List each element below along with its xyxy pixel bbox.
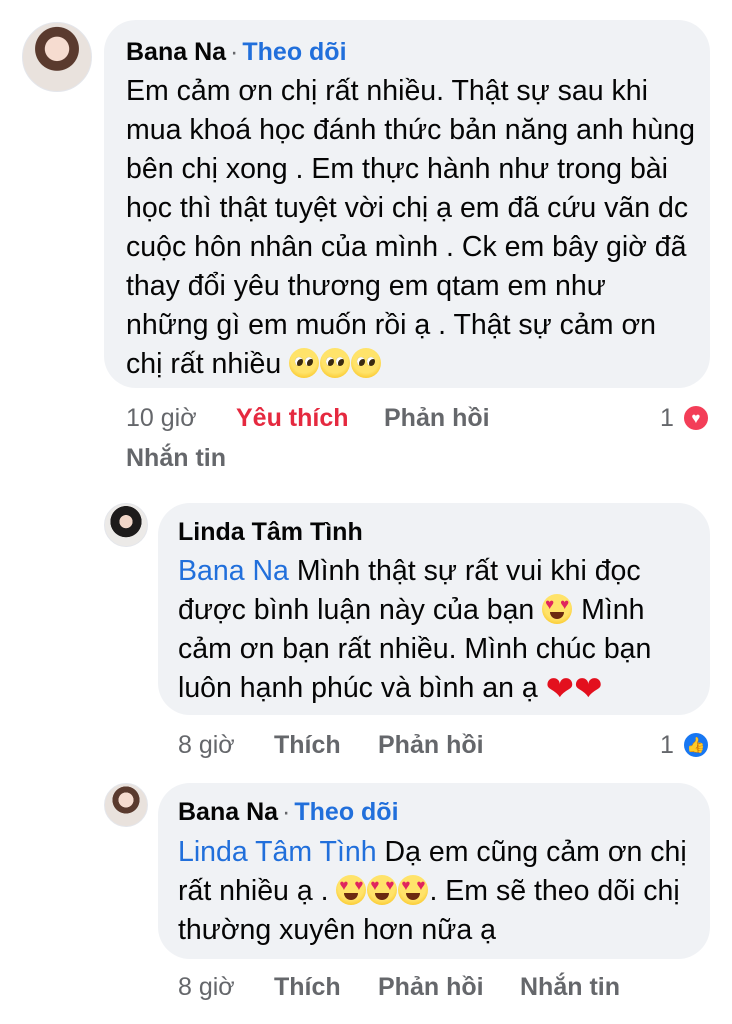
separator-dot: · [230,38,239,66]
avatar-linda-tam-tinh[interactable] [104,503,148,547]
author-name[interactable]: Bana Na [178,798,278,826]
avatar-bana-na[interactable] [22,22,92,92]
timestamp[interactable]: 10 giờ [126,404,197,433]
pleading-face-icon [289,348,320,378]
author-name[interactable]: Linda Tâm Tình [178,518,363,546]
avatar-bana-na[interactable] [104,783,148,827]
message-button[interactable]: Nhắn tin [126,444,226,473]
comment-header: Bana Na · Theo dõi [126,38,347,67]
heart-eyes-icon [398,875,429,905]
pleading-face-icon [351,348,382,378]
mention-link[interactable]: Bana Na [178,555,289,587]
like-button[interactable]: Thích [274,731,341,760]
red-heart-icon: ❤❤ [545,670,603,708]
pleading-face-icon [320,348,351,378]
reaction-count: 1 [660,731,674,759]
reply-button[interactable]: Phản hồi [384,404,490,433]
like-button[interactable]: Yêu thích [236,404,349,433]
separator-dot: · [282,798,291,826]
reply-button[interactable]: Phản hồi [378,731,484,760]
message-button[interactable]: Nhắn tin [520,973,620,1002]
heart-eyes-icon [336,875,367,905]
timestamp[interactable]: 8 giờ [178,731,235,760]
heart-eyes-icon [367,875,398,905]
love-reaction-icon: ♥ [682,404,710,432]
comment-text: Linda Tâm Tình Dạ em cũng cảm ơn chị rất… [178,833,700,950]
timestamp[interactable]: 8 giờ [178,973,235,1002]
like-button[interactable]: Thích [274,973,341,1002]
follow-link[interactable]: Theo dõi [294,798,398,826]
heart-eyes-icon [542,594,573,624]
comment-text: Em cảm ơn chị rất nhiều. Thật sự sau khi… [126,72,696,384]
follow-link[interactable]: Theo dõi [242,38,346,66]
comment-header: Linda Tâm Tình [178,518,363,547]
reply-button[interactable]: Phản hồi [378,973,484,1002]
comment-body: Em cảm ơn chị rất nhiều. Thật sự sau khi… [126,75,695,380]
comment-header: Bana Na · Theo dõi [178,798,399,827]
comment-text: Bana Na Mình thật sự rất vui khi đọc đượ… [178,552,700,708]
author-name[interactable]: Bana Na [126,38,226,66]
reaction-count: 1 [660,404,674,432]
like-reaction-icon: 👍 [682,731,710,759]
mention-link[interactable]: Linda Tâm Tình [178,836,377,868]
